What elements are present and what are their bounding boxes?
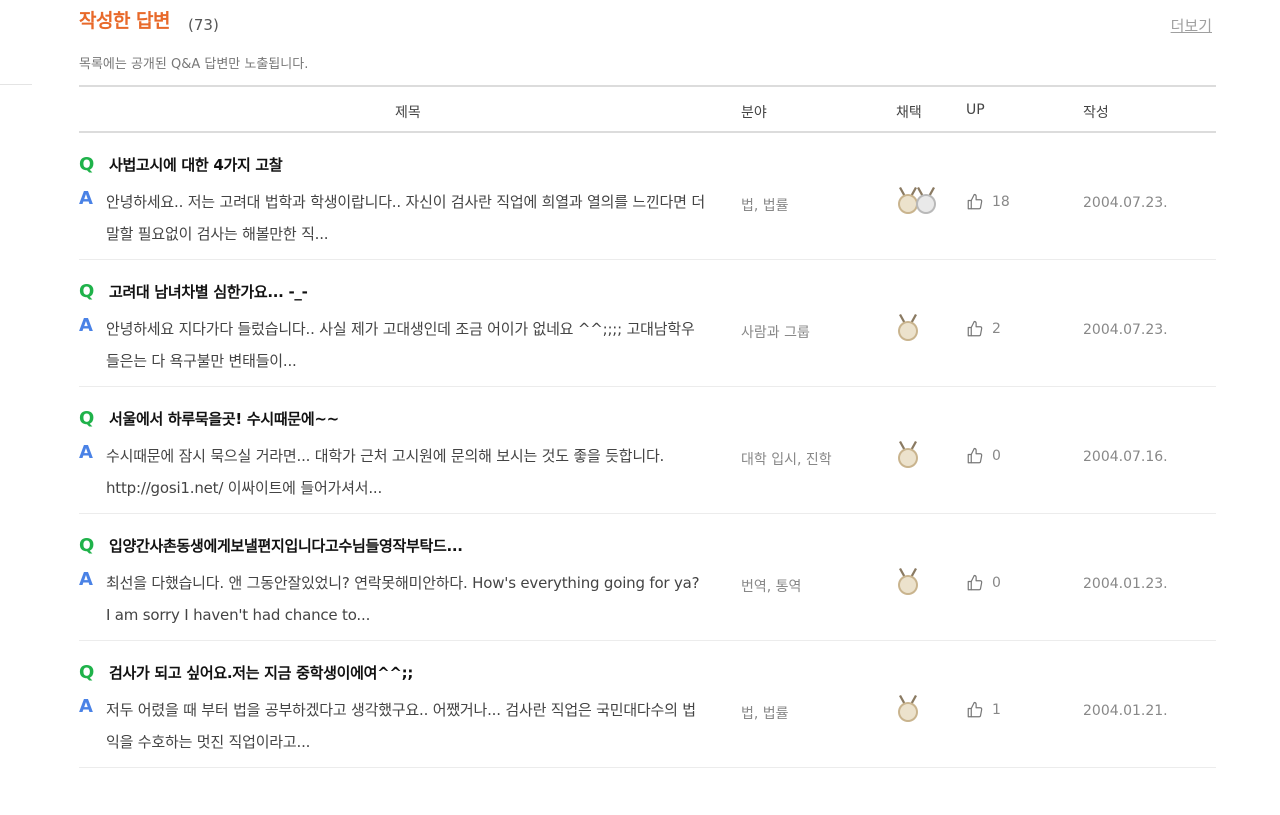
up-count: 0 — [966, 447, 1001, 465]
left-divider — [0, 84, 32, 85]
answers-table: 제목 분야 채택 UP 작성 Q 사법고시에 대한 4가지 고찰 A 안녕하세요… — [79, 85, 1216, 768]
table-header: 제목 분야 채택 UP 작성 — [79, 85, 1216, 133]
column-title: 제목 — [395, 105, 421, 121]
date-label: 2004.01.23. — [1083, 576, 1168, 592]
answer-snippet[interactable]: 최선을 다했습니다. 앤 그동안잘있었니? 연락못해미안하다. How's ev… — [106, 567, 706, 631]
answer-snippet[interactable]: 안녕하세요.. 저는 고려대 법학과 학생이랍니다.. 자신이 검사란 직업에 … — [106, 186, 706, 250]
question-title[interactable]: 입양간사촌동생에게보낼편지입니다고수님들영작부탁드... — [109, 535, 463, 556]
up-count: 0 — [966, 574, 1001, 592]
up-value: 1 — [992, 702, 1001, 718]
column-pick: 채택 — [896, 105, 922, 121]
column-field: 분야 — [741, 105, 767, 121]
date-label: 2004.07.16. — [1083, 449, 1168, 465]
question-title[interactable]: 고려대 남녀차별 심한가요... -_- — [109, 281, 308, 302]
question-line[interactable]: Q 검사가 되고 싶어요.저는 지금 중학생이에여^^;; — [79, 661, 413, 683]
question-title[interactable]: 사법고시에 대한 4가지 고찰 — [109, 154, 283, 175]
q-icon: Q — [79, 661, 95, 683]
table-row[interactable]: Q 사법고시에 대한 4가지 고찰 A 안녕하세요.. 저는 고려대 법학과 학… — [79, 133, 1216, 260]
a-icon: A — [79, 696, 93, 717]
a-icon: A — [79, 188, 93, 209]
question-line[interactable]: Q 서울에서 하루묵을곳! 수시때문에~~ — [79, 407, 339, 429]
up-value: 18 — [992, 194, 1010, 210]
q-icon: Q — [79, 407, 95, 429]
question-line[interactable]: Q 사법고시에 대한 4가지 고찰 — [79, 153, 283, 175]
a-icon: A — [79, 315, 93, 336]
gold-medal-icon — [895, 693, 921, 723]
question-line[interactable]: Q 입양간사촌동생에게보낼편지입니다고수님들영작부탁드... — [79, 534, 463, 556]
up-value: 0 — [992, 575, 1001, 591]
thumbs-up-icon — [967, 574, 983, 591]
answer-snippet[interactable]: 저두 어렸을 때 부터 법을 공부하겠다고 생각했구요.. 어쨌거나... 검사… — [106, 694, 706, 758]
field-label: 번역, 통역 — [741, 579, 802, 595]
silver-medal-icon — [913, 185, 939, 215]
section-header: 작성한 답변 (73) 더보기 — [79, 0, 1216, 50]
more-link[interactable]: 더보기 — [1171, 15, 1212, 36]
table-row[interactable]: Q 서울에서 하루묵을곳! 수시때문에~~ A 수시때문에 잠시 묵으실 거라면… — [79, 387, 1216, 514]
table-row[interactable]: Q 검사가 되고 싶어요.저는 지금 중학생이에여^^;; A 저두 어렸을 때… — [79, 641, 1216, 768]
date-label: 2004.01.21. — [1083, 703, 1168, 719]
answer-snippet[interactable]: 안녕하세요 지다가다 들렀습니다.. 사실 제가 고대생인데 조금 어이가 없네… — [106, 313, 706, 377]
q-icon: Q — [79, 153, 95, 175]
field-label: 사람과 그룹 — [741, 325, 810, 341]
up-value: 2 — [992, 321, 1001, 337]
thumbs-up-icon — [967, 320, 983, 337]
answer-count: (73) — [188, 16, 219, 34]
q-icon: Q — [79, 280, 95, 302]
table-row[interactable]: Q 고려대 남녀차별 심한가요... -_- A 안녕하세요 지다가다 들렀습니… — [79, 260, 1216, 387]
q-icon: Q — [79, 534, 95, 556]
column-up: UP — [966, 102, 985, 118]
table-body: Q 사법고시에 대한 4가지 고찰 A 안녕하세요.. 저는 고려대 법학과 학… — [79, 133, 1216, 768]
section-title: 작성한 답변 — [79, 10, 171, 32]
table-row[interactable]: Q 입양간사촌동생에게보낼편지입니다고수님들영작부탁드... A 최선을 다했습… — [79, 514, 1216, 641]
answer-snippet[interactable]: 수시때문에 잠시 묵으실 거라면... 대학가 근처 고시원에 문의해 보시는 … — [106, 440, 706, 504]
date-label: 2004.07.23. — [1083, 322, 1168, 338]
up-count: 1 — [966, 701, 1001, 719]
thumbs-up-icon — [967, 193, 983, 210]
field-label: 대학 입시, 진학 — [741, 452, 832, 468]
question-title[interactable]: 서울에서 하루묵을곳! 수시때문에~~ — [109, 408, 339, 429]
column-date: 작성 — [1083, 105, 1109, 121]
gold-medal-icon — [895, 566, 921, 596]
thumbs-up-icon — [967, 701, 983, 718]
question-title[interactable]: 검사가 되고 싶어요.저는 지금 중학생이에여^^;; — [109, 662, 413, 683]
gold-medal-icon — [895, 312, 921, 342]
up-value: 0 — [992, 448, 1001, 464]
a-icon: A — [79, 442, 93, 463]
date-label: 2004.07.23. — [1083, 195, 1168, 211]
field-label: 법, 법률 — [741, 706, 789, 722]
a-icon: A — [79, 569, 93, 590]
up-count: 18 — [966, 193, 1010, 211]
question-line[interactable]: Q 고려대 남녀차별 심한가요... -_- — [79, 280, 308, 302]
up-count: 2 — [966, 320, 1001, 338]
notice-text: 목록에는 공개된 Q&A 답변만 노출됩니다. — [79, 57, 309, 72]
answers-section: 작성한 답변 (73) 더보기 목록에는 공개된 Q&A 답변만 노출됩니다. … — [79, 0, 1216, 768]
field-label: 법, 법률 — [741, 198, 789, 214]
thumbs-up-icon — [967, 447, 983, 464]
gold-medal-icon — [895, 439, 921, 469]
